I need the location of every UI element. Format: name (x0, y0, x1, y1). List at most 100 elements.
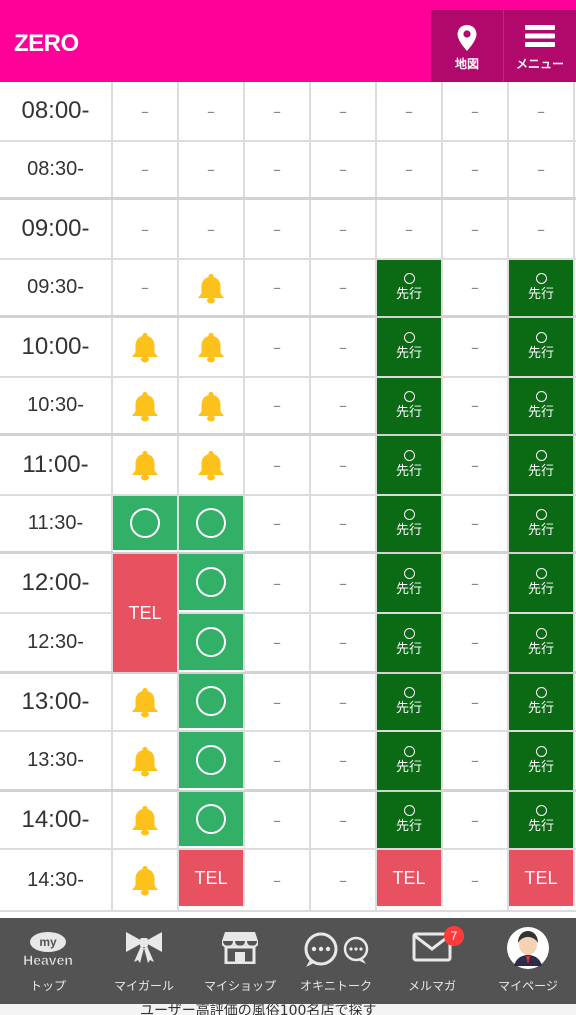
available-cell[interactable] (179, 674, 245, 730)
unavailable-cell: – (245, 792, 311, 848)
unavailable-cell: – (311, 436, 377, 494)
circle-icon (403, 745, 415, 757)
circle-icon (535, 390, 547, 402)
unavailable-cell: – (443, 142, 509, 197)
menu-button[interactable]: メニュー (504, 10, 576, 82)
bell-icon[interactable] (113, 674, 179, 730)
tel-cell[interactable]: TEL (113, 554, 179, 672)
advance-booking-cell[interactable]: 先行 (509, 674, 575, 730)
time-label: 14:00- (0, 792, 113, 848)
tel-cell[interactable]: TEL (509, 850, 575, 906)
tab-top[interactable]: my Heaven トップ (0, 918, 96, 1004)
circle-icon (196, 745, 226, 775)
advance-booking-cell[interactable]: 先行 (509, 436, 575, 494)
tel-cell[interactable]: TEL (179, 850, 245, 906)
unavailable-cell: – (311, 318, 377, 376)
brand-title[interactable]: ZERO (14, 30, 79, 58)
bell-icon[interactable] (113, 792, 179, 848)
advance-booking-cell[interactable]: 先行 (509, 614, 575, 672)
schedule-row: 08:30- – – – – – – – (0, 142, 576, 200)
advance-label: 先行 (527, 700, 554, 716)
unavailable-cell: – (245, 732, 311, 789)
unavailable-cell: – (443, 674, 509, 730)
avatar-icon (507, 927, 549, 969)
tab-label: オキニトーク (299, 979, 372, 993)
time-label: 11:00- (0, 436, 113, 494)
bell-icon[interactable] (113, 732, 179, 789)
bell-icon[interactable] (113, 318, 179, 376)
circle-icon (196, 627, 226, 657)
unavailable-cell: – (377, 200, 443, 258)
unavailable-cell: – (245, 200, 311, 258)
bell-icon[interactable] (179, 436, 245, 494)
advance-label: 先行 (395, 345, 422, 361)
advance-booking-cell[interactable]: 先行 (377, 260, 443, 316)
advance-booking-cell[interactable]: 先行 (377, 614, 443, 672)
available-cell[interactable] (179, 554, 245, 612)
time-label: 14:30- (0, 850, 113, 910)
unavailable-cell: – (245, 850, 311, 910)
advance-booking-cell[interactable]: 先行 (377, 554, 443, 612)
advance-booking-cell[interactable]: 先行 (377, 496, 443, 552)
circle-icon (403, 508, 415, 520)
tab-mail-magazine[interactable]: メルマガ (384, 918, 480, 1004)
available-cell[interactable] (179, 732, 245, 790)
advance-label: 先行 (395, 581, 422, 597)
schedule-row: 10:00- – – 先行 – 先行 (0, 318, 576, 378)
advance-booking-cell[interactable]: 先行 (377, 674, 443, 730)
app-header: ZERO 地図 メニュー (0, 0, 576, 82)
advance-booking-cell[interactable]: 先行 (509, 260, 575, 316)
mail-badge: 7 (444, 926, 464, 946)
unavailable-cell: – (311, 142, 377, 197)
bell-icon[interactable] (113, 378, 179, 433)
time-label: 12:00- (0, 554, 113, 612)
tab-my-shop[interactable]: マイショップ (192, 918, 288, 1004)
bell-icon[interactable] (179, 378, 245, 433)
unavailable-cell: – (311, 614, 377, 671)
advance-label: 先行 (527, 404, 554, 420)
advance-booking-cell[interactable]: 先行 (377, 378, 443, 434)
chat-bubbles-icon (304, 932, 369, 967)
tab-okini-talk[interactable]: オキニトーク (288, 918, 384, 1004)
time-label: 08:00- (0, 82, 113, 140)
advance-booking-cell[interactable]: 先行 (509, 792, 575, 848)
bell-icon[interactable] (113, 436, 179, 494)
advance-label: 先行 (395, 286, 422, 302)
tab-my-page[interactable]: マイページ (480, 918, 576, 1004)
bell-icon[interactable] (179, 318, 245, 376)
advance-label: 先行 (527, 286, 554, 302)
unavailable-cell: – (113, 260, 179, 315)
available-cell[interactable] (179, 496, 245, 552)
unavailable-cell: – (179, 82, 245, 140)
tel-cell[interactable]: TEL (377, 850, 443, 906)
circle-icon (535, 272, 547, 284)
advance-booking-cell[interactable]: 先行 (377, 792, 443, 848)
available-cell[interactable] (179, 614, 245, 672)
available-cell[interactable] (113, 496, 179, 552)
available-cell[interactable] (179, 792, 245, 848)
advance-booking-cell[interactable]: 先行 (377, 436, 443, 494)
advance-label: 先行 (527, 641, 554, 657)
unavailable-cell: – (377, 82, 443, 140)
advance-label: 先行 (395, 404, 422, 420)
circle-icon (403, 272, 415, 284)
bell-icon[interactable] (179, 260, 245, 315)
advance-booking-cell[interactable]: 先行 (509, 554, 575, 612)
time-label: 13:30- (0, 732, 113, 789)
bell-icon[interactable] (113, 850, 179, 910)
map-button[interactable]: 地図 (431, 10, 503, 82)
unavailable-cell: – (443, 614, 509, 671)
advance-booking-cell[interactable]: 先行 (509, 496, 575, 552)
advance-booking-cell[interactable]: 先行 (377, 732, 443, 790)
advance-label: 先行 (527, 818, 554, 834)
advance-booking-cell[interactable]: 先行 (509, 318, 575, 376)
my-heaven-logo-icon: my Heaven (23, 932, 73, 968)
advance-booking-cell[interactable]: 先行 (509, 378, 575, 434)
unavailable-cell: – (245, 260, 311, 315)
ribbon-icon (126, 932, 162, 963)
footer-text[interactable]: ユーザー高評価の風俗100名店で探す (140, 1004, 376, 1015)
advance-booking-cell[interactable]: 先行 (509, 732, 575, 790)
schedule-grid: 08:00- – – – – – – –08:30- – – – – – – –09:00- – – – – – – –0… (0, 82, 576, 918)
advance-booking-cell[interactable]: 先行 (377, 318, 443, 376)
tab-my-girl[interactable]: マイガール (96, 918, 192, 1004)
